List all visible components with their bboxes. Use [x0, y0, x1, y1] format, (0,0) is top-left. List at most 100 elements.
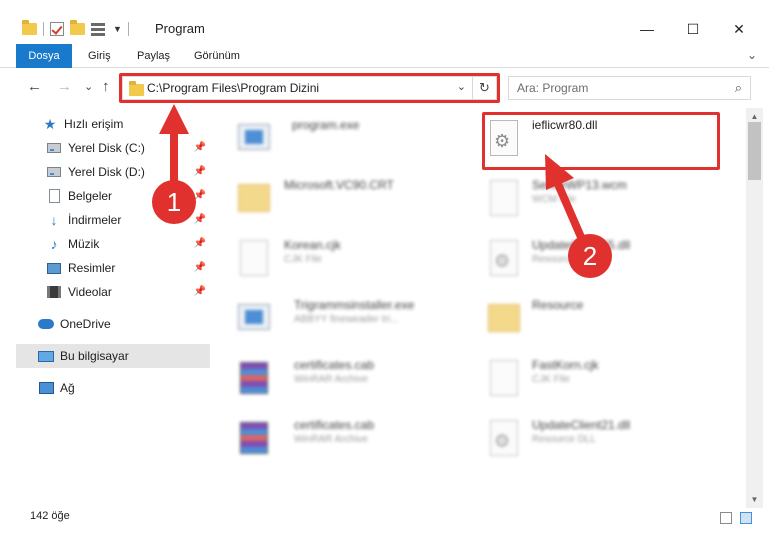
drive-icon: [46, 140, 62, 156]
drive-icon: [46, 164, 62, 180]
download-icon: ↓: [50, 212, 58, 228]
list-item[interactable]: UpdateClient21.dll Resource DLL: [472, 408, 712, 466]
address-row: ← → ⌄ ↑ C:\Program Files\Program Dizini …: [0, 68, 769, 106]
file-type: WinRAR Archive: [294, 374, 368, 385]
sidebar-item-videos[interactable]: Videolar 📌: [46, 280, 210, 304]
step-badge-1: 1: [152, 180, 196, 224]
file-name: SenseWP13.wcm: [532, 178, 627, 192]
computer-icon: [38, 348, 54, 364]
sidebar-item-network[interactable]: Ağ: [38, 376, 210, 400]
music-icon: ♪: [50, 236, 58, 252]
quick-access-toolbar: ▼: [22, 20, 129, 38]
sidebar-item-label: Yerel Disk (D:): [68, 165, 145, 179]
file-highlight-box: [482, 112, 720, 170]
scrollbar-thumb[interactable]: [748, 122, 761, 180]
sidebar-item-label: Ağ: [60, 381, 75, 395]
file-name: Trigrammsinstaller.exe: [294, 298, 415, 312]
file-list: program.exe ieflicwr80.dll Microsoft.VC9…: [222, 108, 744, 508]
list-item[interactable]: program.exe: [222, 108, 462, 166]
list-item[interactable]: Trigrammsinstaller.exe ABBYY fineweader …: [222, 288, 462, 346]
back-button[interactable]: ←: [27, 78, 42, 95]
file-type: WCM File: [532, 194, 576, 205]
file-name: FastKorn.cjk: [532, 358, 599, 372]
search-box[interactable]: Ara: Program ⌕: [508, 76, 751, 100]
file-type: CJK File: [284, 254, 322, 265]
close-button[interactable]: ✕: [716, 14, 762, 44]
expand-ribbon-chevron-icon[interactable]: ⌄: [747, 48, 757, 62]
navigation-pane: ★ Hızlı erişim Yerel Disk (C:) 📌 Yerel D…: [16, 110, 210, 510]
file-icon: [486, 178, 522, 220]
sidebar-item-label: Müzik: [68, 237, 100, 251]
sidebar-item-label: Bu bilgisayar: [60, 349, 129, 363]
folder-icon: [236, 178, 272, 220]
dll-gear-icon: [486, 238, 522, 280]
video-icon: [46, 284, 62, 300]
item-count: 142 öğe: [30, 510, 70, 522]
tab-home[interactable]: Giriş: [88, 44, 111, 68]
tab-file[interactable]: Dosya: [16, 44, 72, 68]
sidebar-item-local-disk-d[interactable]: Yerel Disk (D:) 📌: [46, 160, 210, 184]
step-badge-2: 2: [568, 234, 612, 278]
list-item[interactable]: certificates.cab WinRAR Archive: [222, 408, 462, 466]
minimize-button[interactable]: —: [624, 14, 670, 44]
folder-icon[interactable]: [22, 20, 37, 35]
list-item[interactable]: Resource: [472, 288, 712, 346]
window-title: Program: [155, 21, 205, 36]
search-input[interactable]: Ara: Program: [517, 81, 588, 95]
tab-share[interactable]: Paylaş: [137, 44, 170, 68]
list-item[interactable]: Microsoft.VC90.CRT: [222, 168, 462, 226]
pin-icon: 📌: [193, 214, 206, 225]
pin-icon: 📌: [193, 286, 206, 297]
file-type: ABBYY fineweader tri...: [294, 314, 399, 325]
file-name: Korean.cjk: [284, 238, 341, 252]
file-name: certificates.cab: [294, 358, 375, 372]
pictures-icon: [46, 260, 62, 276]
file-type: CJK File: [532, 374, 570, 385]
sidebar-item-onedrive[interactable]: OneDrive: [38, 312, 210, 336]
sidebar-item-label: İndirmeler: [68, 213, 122, 227]
file-name: Microsoft.VC90.CRT: [284, 178, 394, 192]
list-item[interactable]: SenseWP13.wcm WCM File: [472, 168, 712, 226]
forward-button[interactable]: →: [57, 78, 72, 95]
sidebar-item-pictures[interactable]: Resimler 📌: [46, 256, 210, 280]
cloud-icon: [38, 316, 54, 332]
sidebar-item-quick-access[interactable]: ★ Hızlı erişim: [42, 112, 236, 136]
maximize-button[interactable]: ☐: [670, 14, 716, 44]
list-item[interactable]: FastKorn.cjk CJK File: [472, 348, 712, 406]
file-icon: [236, 238, 272, 280]
status-bar: 142 öğe: [0, 508, 769, 537]
vertical-scrollbar[interactable]: ▲ ▼: [746, 108, 763, 508]
title-bar: ▼ Program — ☐ ✕: [0, 0, 769, 44]
rar-icon: [236, 358, 272, 400]
star-icon: ★: [43, 115, 57, 132]
address-highlight-box: [119, 73, 500, 103]
details-view-icon[interactable]: [720, 512, 732, 524]
customize-toolbar-chevron-icon[interactable]: ▼: [113, 24, 122, 34]
sidebar-item-label: OneDrive: [60, 317, 111, 331]
sidebar-item-label: Resimler: [68, 261, 116, 275]
sidebar-item-label: Yerel Disk (C:): [68, 141, 145, 155]
recent-locations-chevron-icon[interactable]: ⌄: [84, 80, 93, 93]
file-name: Resource: [532, 298, 584, 312]
list-item[interactable]: Korean.cjk CJK File: [222, 228, 462, 286]
list-item[interactable]: certificates.cab WinRAR Archive: [222, 348, 462, 406]
up-button[interactable]: ↑: [102, 78, 110, 95]
document-icon: [46, 188, 62, 204]
view-properties-icon[interactable]: [91, 22, 107, 36]
file-name: certificates.cab: [294, 418, 375, 432]
scroll-down-icon[interactable]: ▼: [746, 491, 763, 508]
folder-icon: [486, 298, 522, 340]
file-type: Resource DLL: [532, 434, 596, 445]
rar-icon: [236, 418, 272, 460]
sidebar-item-this-pc[interactable]: Bu bilgisayar: [16, 344, 210, 368]
exe-icon: [236, 298, 272, 340]
tab-view[interactable]: Görünüm: [194, 44, 240, 68]
new-folder-icon[interactable]: [70, 20, 85, 35]
network-icon: [38, 380, 54, 396]
sidebar-item-music[interactable]: ♪ Müzik 📌: [46, 232, 210, 256]
large-icons-view-icon[interactable]: [740, 512, 752, 524]
properties-check-icon[interactable]: [50, 22, 64, 36]
sidebar-item-local-disk-c[interactable]: Yerel Disk (C:) 📌: [46, 136, 210, 160]
ribbon-tabs: Dosya Giriş Paylaş Görünüm ⌄: [0, 44, 769, 68]
file-type: WinRAR Archive: [294, 434, 368, 445]
